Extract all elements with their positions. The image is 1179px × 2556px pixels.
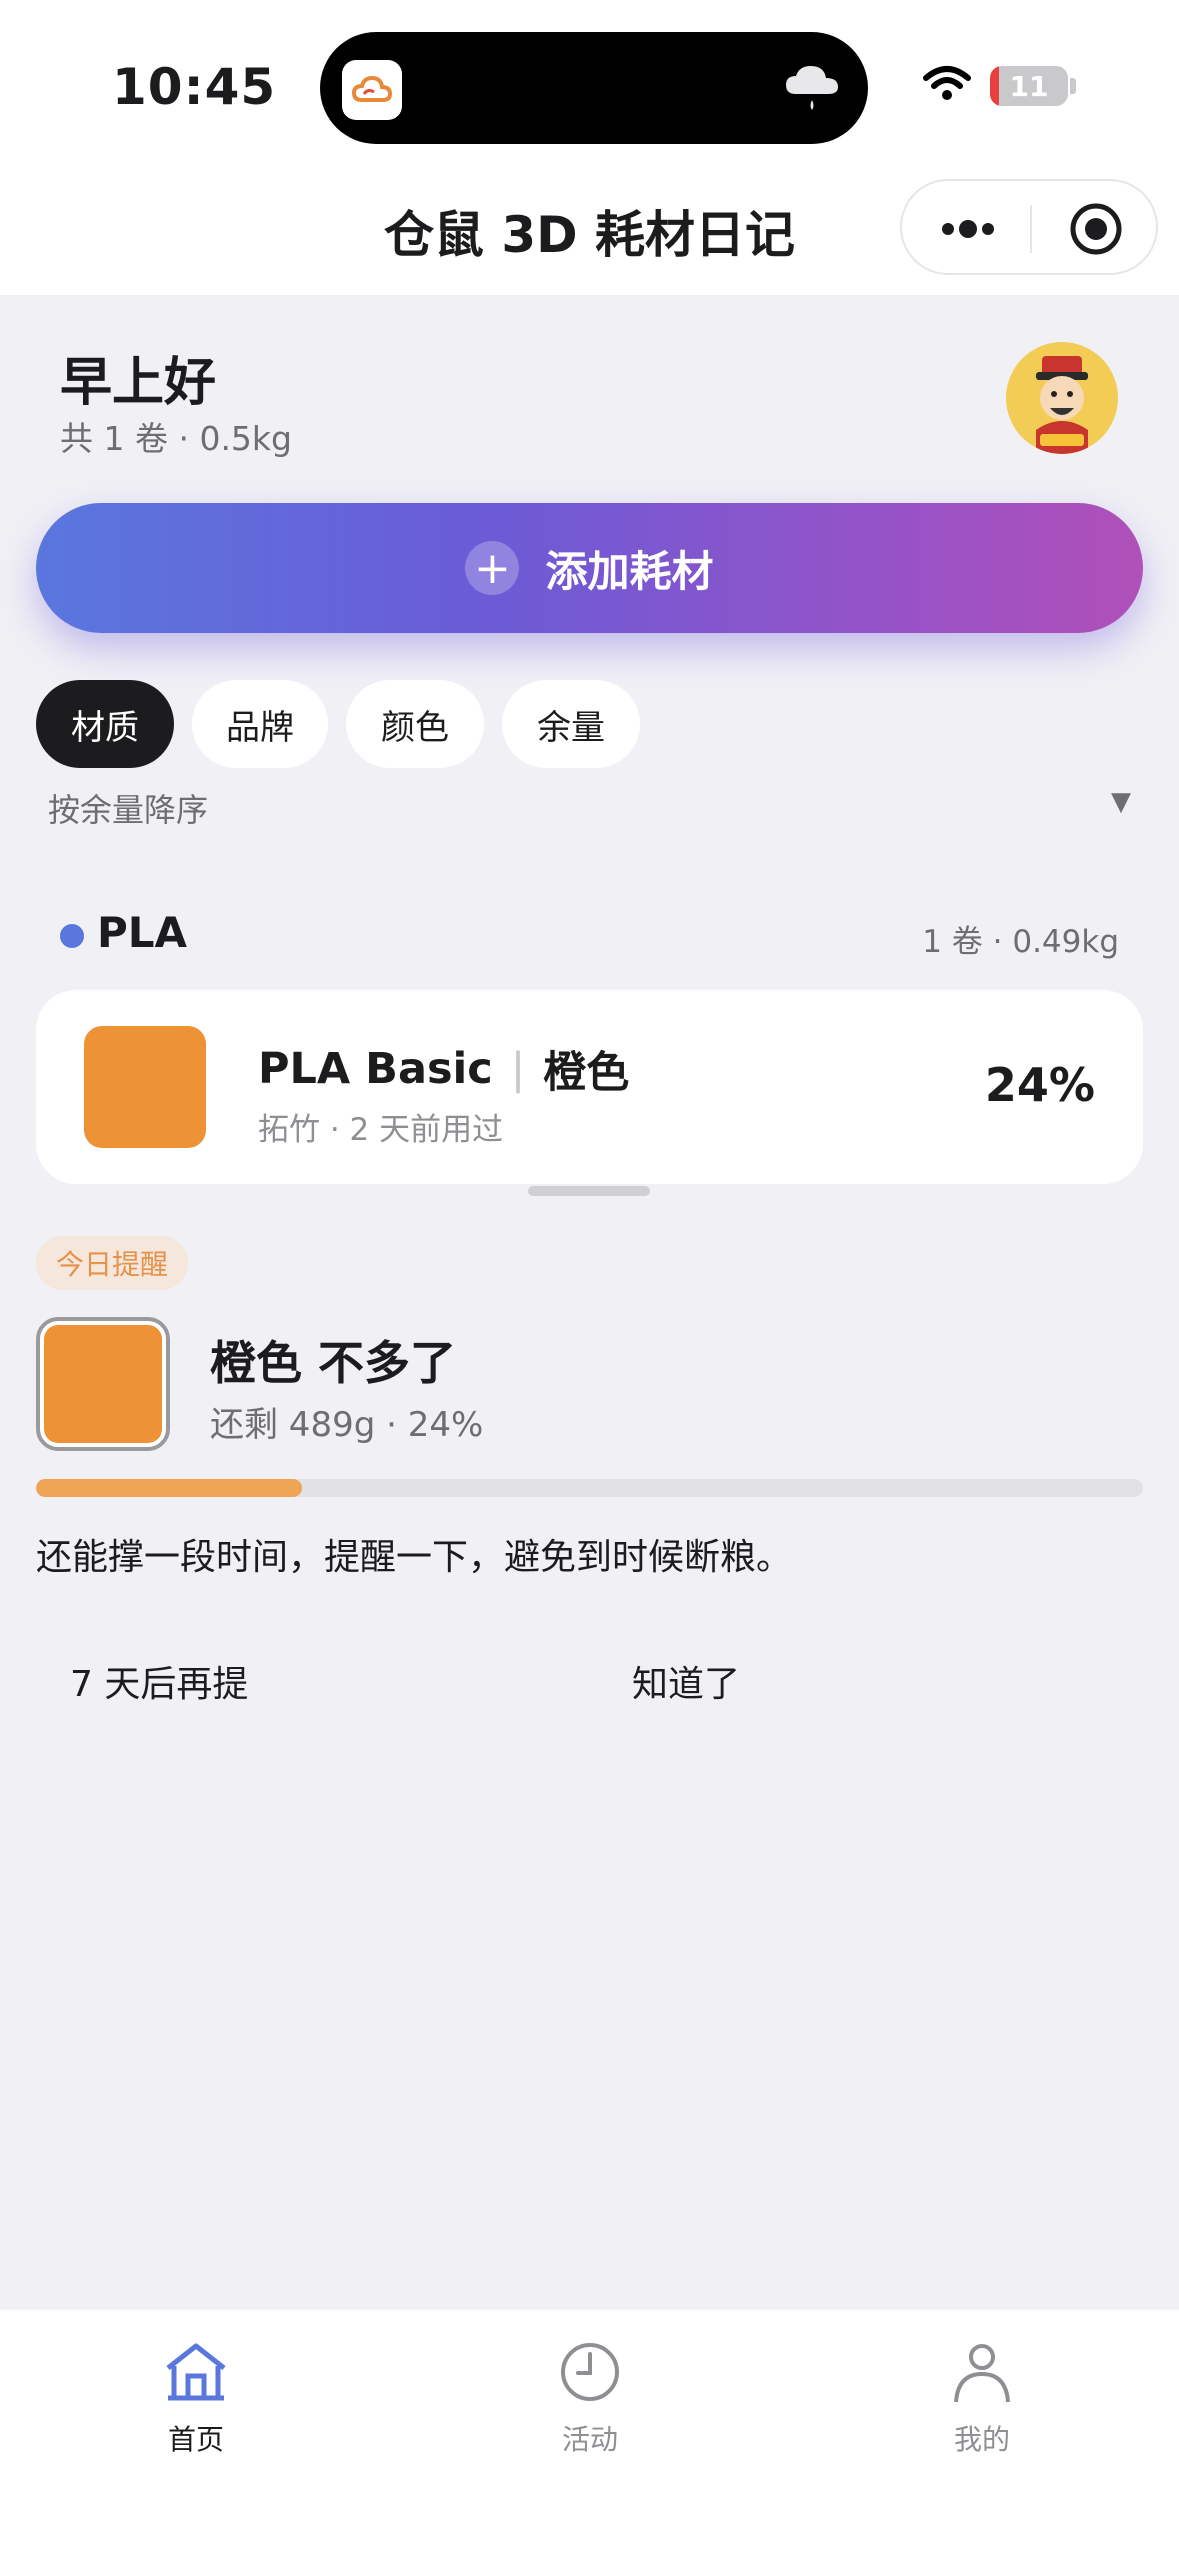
tab-home[interactable]: 首页: [96, 2336, 296, 2458]
filter-chip-brand[interactable]: 品牌: [192, 680, 328, 768]
home-icon: [96, 2336, 296, 2408]
tab-profile-label: 我的: [953, 2423, 1010, 2456]
snooze-button[interactable]: 7 天后再提: [70, 1655, 248, 1707]
filter-chip-remaining[interactable]: 余量: [502, 680, 640, 768]
chevron-down-icon: ▼: [1111, 787, 1131, 817]
inventory-summary: 共 1 卷 · 0.5kg: [60, 419, 292, 458]
spool-card[interactable]: PLA Basic | 橙色 拓竹 · 2 天前用过 24%: [36, 990, 1143, 1184]
capsule-divider: [1030, 205, 1032, 253]
acknowledge-button[interactable]: 知道了: [632, 1655, 740, 1707]
reminder-message: 还能撑一段时间，提醒一下，避免到时候断粮。: [36, 1537, 793, 1578]
tab-activity[interactable]: 活动: [490, 2336, 690, 2458]
clock-icon: [490, 2336, 690, 2408]
title-separator: |: [510, 1044, 526, 1094]
battery-tip: [1070, 78, 1076, 94]
plus-icon: +: [465, 541, 520, 595]
more-icon[interactable]: [938, 211, 998, 247]
tab-activity-label: 活动: [561, 2423, 618, 2456]
mini-program-capsule: [900, 179, 1158, 275]
spool-brand-last-used: 拓竹 · 2 天前用过: [258, 1112, 504, 1148]
battery-level: 11: [1009, 69, 1049, 103]
group-color-dot: [60, 924, 84, 948]
tab-profile[interactable]: 我的: [882, 2336, 1082, 2458]
spool-color-swatch: [84, 1026, 206, 1148]
avatar-character-icon: [1036, 356, 1088, 454]
spool-title: PLA Basic | 橙色: [258, 1038, 629, 1100]
tab-home-label: 首页: [167, 2423, 224, 2456]
spool-color-name: 橙色: [543, 1048, 630, 1098]
sort-dropdown[interactable]: 按余量降序 ▼: [48, 785, 1131, 829]
status-time: 10:45: [112, 58, 277, 116]
remaining-progress-fill: [36, 1479, 302, 1497]
status-bar: 10:45 11: [0, 0, 1179, 175]
group-meta: 1 卷 · 0.49kg: [922, 924, 1119, 960]
spool-name: PLA Basic: [258, 1044, 493, 1094]
weather-cloud-icon: [782, 58, 842, 122]
app-cloud-icon: [342, 60, 402, 120]
filter-chip-color[interactable]: 颜色: [346, 680, 484, 768]
spool-remaining-percent: 24%: [984, 1058, 1095, 1112]
greeting: 早上好: [60, 353, 217, 413]
close-target-icon[interactable]: [1068, 201, 1124, 257]
drag-handle[interactable]: [528, 1186, 650, 1196]
reminder-swatch-fill: [44, 1325, 162, 1443]
reminder-title: 橙色 不多了: [210, 1336, 457, 1390]
tab-bar: 首页 活动 我的: [0, 2310, 1179, 2556]
battery-icon: 11: [990, 66, 1068, 106]
remaining-progress-bar: [36, 1479, 1143, 1497]
sort-label: 按余量降序: [48, 791, 209, 829]
reminder-color-swatch: [36, 1317, 170, 1451]
filter-chip-material[interactable]: 材质: [36, 680, 174, 768]
add-filament-button[interactable]: + 添加耗材: [36, 503, 1143, 633]
dynamic-island: [320, 32, 868, 144]
add-filament-label: 添加耗材: [545, 546, 714, 596]
reminder-badge: 今日提醒: [36, 1236, 189, 1290]
reminder-subtitle: 还剩 489g · 24%: [210, 1405, 484, 1445]
nav-bar: 仓鼠 3D 耗材日记: [0, 175, 1179, 295]
group-title: PLA: [97, 908, 188, 957]
avatar[interactable]: [1006, 342, 1118, 454]
wifi-icon: [922, 64, 972, 108]
profile-icon: [882, 2336, 1082, 2408]
